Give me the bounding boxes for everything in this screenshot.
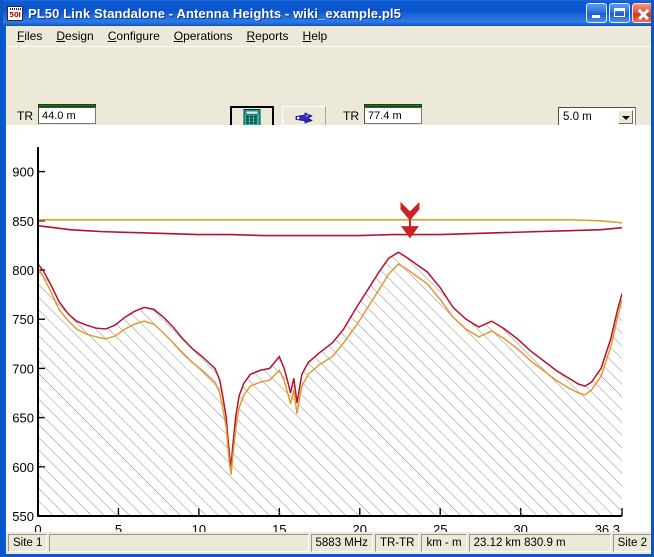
status-bar: Site 1 5883 MHz TR-TR km - m 23.12 km 83… [6,532,654,554]
window-title: PL50 Link Standalone - Antenna Heights -… [28,6,401,21]
status-site2: Site 2 [613,534,652,552]
svg-text:5: 5 [115,522,122,532]
svg-text:36.3: 36.3 [595,522,620,532]
svg-text:30: 30 [513,522,527,532]
minimize-button[interactable] [586,3,607,23]
status-readout: 23.12 km 830.9 m [469,534,611,552]
status-message [49,534,308,552]
menu-operations[interactable]: Operations [167,27,240,45]
menu-design[interactable]: Design [49,27,100,45]
site2-tr-label: TR [343,109,359,123]
title-bar: 50I PL50 Link Standalone - Antenna Heigh… [3,0,654,26]
status-mode: TR-TR [375,534,420,552]
menu-help[interactable]: Help [296,27,335,45]
toolbar: TR 44.0 m Home End [6,46,654,101]
client-area: FFilesiles Design Configure Operations R… [6,26,654,554]
svg-text:550: 550 [12,509,34,524]
terrain-profile-svg[interactable]: 550 600 650 700 750 800 850 900 0 5 10 15 20 25 30 36.… [6,125,654,532]
svg-text:15: 15 [272,522,286,532]
calculator-icon [243,109,261,126]
menu-reports[interactable]: Reports [239,27,295,45]
maximize-button[interactable] [609,3,630,23]
status-site1: Site 1 [8,534,47,552]
step-size-value: 5.0 m [563,111,592,123]
step-size-combo[interactable]: 5.0 m [558,107,636,127]
application-window: 50I PL50 Link Standalone - Antenna Heigh… [0,0,654,557]
wrench-icon [293,110,315,126]
svg-text:0: 0 [34,522,41,532]
site1-tr-label: TR [17,109,33,123]
app-icon: 50I [7,6,23,21]
site2-tr-value[interactable]: 77.4 m [364,107,422,124]
svg-text:600: 600 [12,460,34,475]
svg-text:800: 800 [12,263,34,278]
svg-text:750: 750 [12,312,34,327]
site1-tr-value[interactable]: 44.0 m [38,107,96,124]
menu-bar: FFilesiles Design Configure Operations R… [6,26,654,46]
svg-text:900: 900 [12,165,34,180]
status-frequency: 5883 MHz [311,534,373,552]
window-controls [586,3,653,23]
svg-text:10: 10 [192,522,206,532]
svg-text:700: 700 [12,361,34,376]
svg-text:25: 25 [433,522,447,532]
terrain-profile-chart[interactable]: 550 600 650 700 750 800 850 900 0 5 10 15 20 25 30 36.… [6,125,654,532]
chevron-down-icon[interactable] [618,110,633,124]
close-button[interactable] [632,3,653,23]
menu-files[interactable]: FFilesiles [10,27,49,45]
svg-text:850: 850 [12,214,34,229]
svg-text:20: 20 [353,522,367,532]
menu-configure[interactable]: Configure [101,27,167,45]
status-units: km - m [421,534,466,552]
svg-text:650: 650 [12,411,34,426]
